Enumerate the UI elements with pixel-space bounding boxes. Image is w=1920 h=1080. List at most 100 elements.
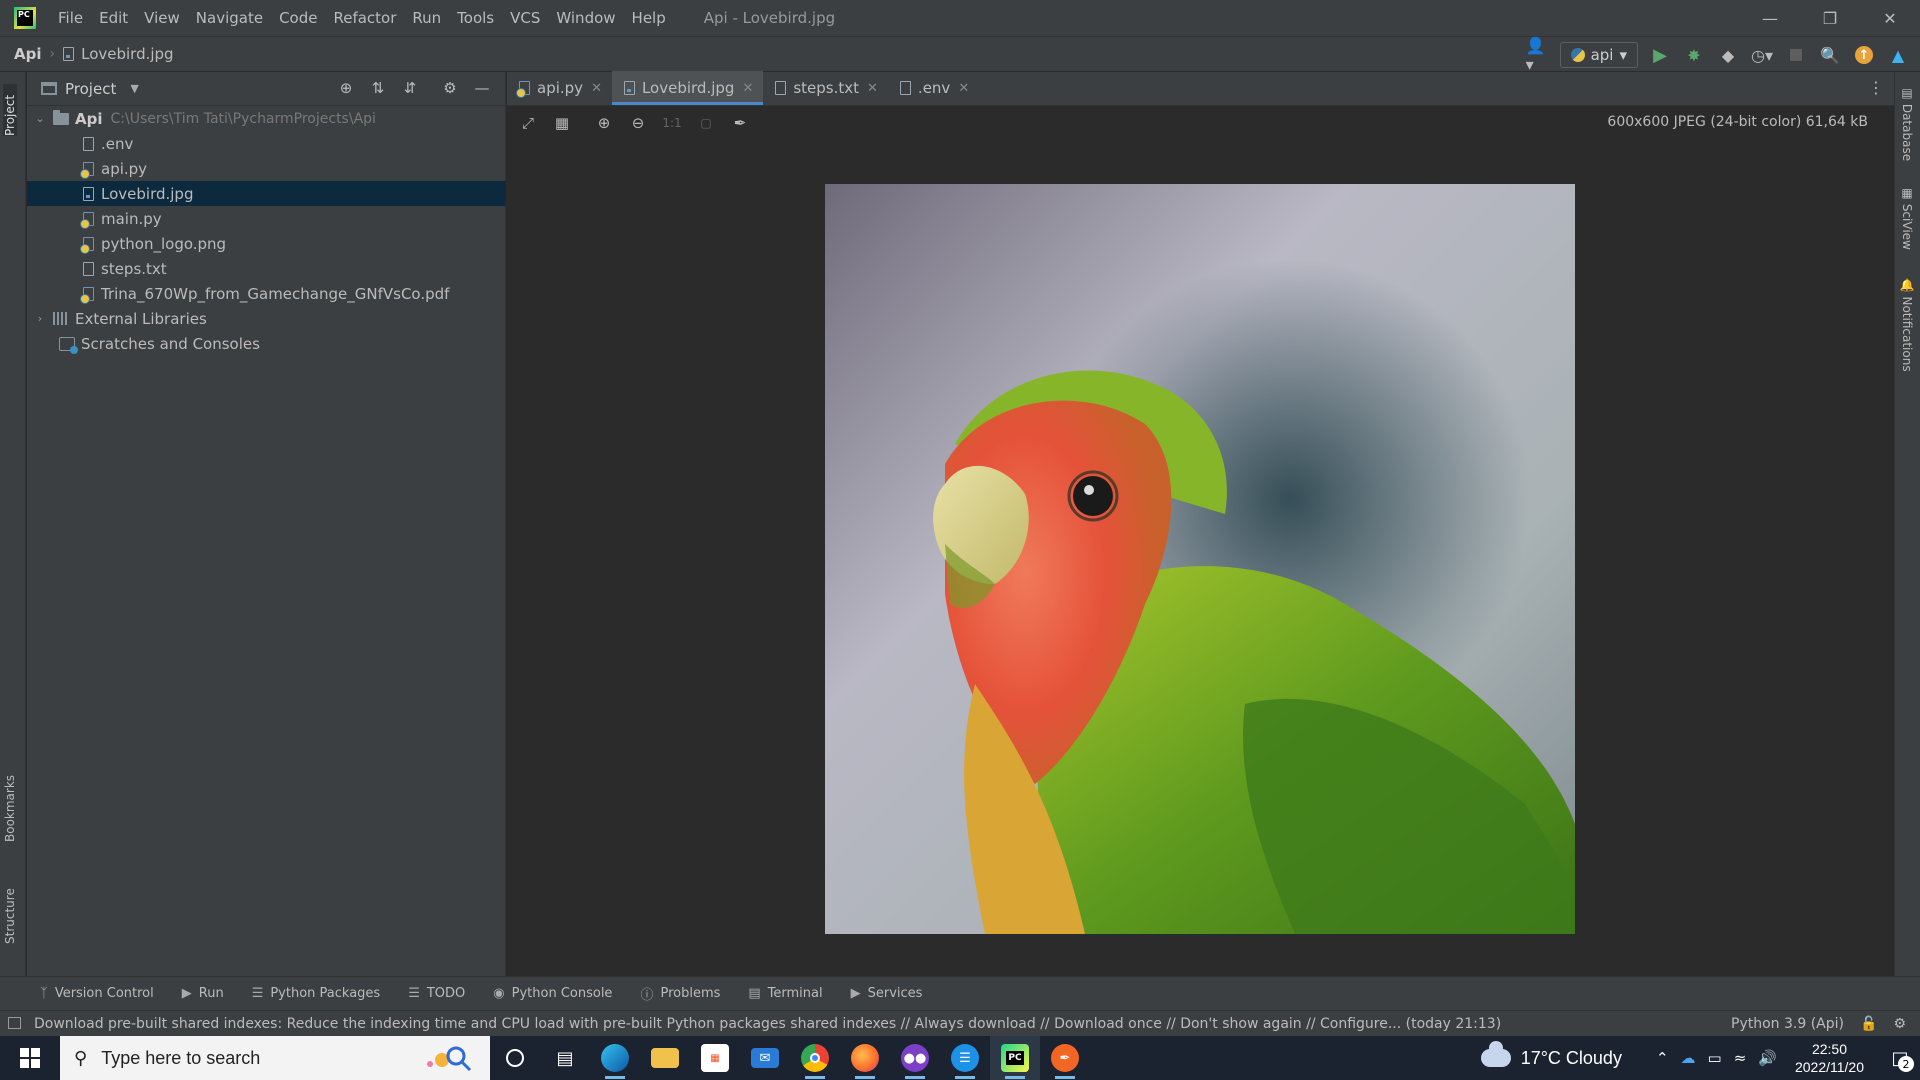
chevron-right-icon[interactable]: › — [33, 312, 47, 325]
docker-icon[interactable]: ☰ — [940, 1036, 990, 1080]
chessboard-icon[interactable]: ▢ — [695, 112, 717, 134]
hide-panel-icon[interactable]: — — [471, 77, 493, 99]
structure-tool-tab[interactable]: Structure — [3, 882, 17, 944]
menu-run[interactable]: Run — [404, 0, 449, 36]
menu-help[interactable]: Help — [624, 0, 674, 36]
firefox-icon[interactable] — [840, 1036, 890, 1080]
menu-file[interactable]: File — [50, 0, 91, 36]
chevron-down-icon[interactable]: ⌄ — [33, 112, 47, 125]
fit-to-window-icon[interactable]: ⤢ — [517, 112, 539, 134]
tree-file-steps-txt[interactable]: steps.txt — [27, 256, 506, 281]
start-button[interactable] — [0, 1036, 60, 1080]
bookmarks-tool-tab[interactable]: Bookmarks — [3, 772, 17, 842]
version-control-tab[interactable]: ᛉ Version Control — [40, 986, 154, 1001]
update-button[interactable]: ↑ — [1852, 43, 1876, 67]
onedrive-icon[interactable]: ☁ — [1681, 1049, 1696, 1067]
menu-window[interactable]: Window — [548, 0, 623, 36]
pycharm-taskbar-icon[interactable]: PC — [990, 1036, 1040, 1080]
profile-button[interactable]: ◷▾ — [1750, 43, 1774, 67]
close-window-button[interactable]: ✕ — [1860, 0, 1920, 36]
database-tool-tab[interactable]: ▤ Database — [1900, 86, 1914, 161]
volume-icon[interactable]: 🔊 — [1758, 1049, 1777, 1067]
notification-center-button[interactable]: □ 2 — [1880, 1036, 1920, 1080]
menu-tools[interactable]: Tools — [449, 0, 502, 36]
chrome-icon[interactable] — [790, 1036, 840, 1080]
tree-file-env[interactable]: .env — [27, 131, 506, 156]
tree-scratches[interactable]: Scratches and Consoles — [27, 331, 506, 356]
menu-view[interactable]: View — [136, 0, 188, 36]
python-packages-tab[interactable]: ☰ Python Packages — [252, 986, 381, 1001]
gear-icon[interactable]: ⚙ — [439, 77, 461, 99]
todo-tab[interactable]: ☰ TODO — [408, 986, 465, 1001]
close-icon[interactable]: ✕ — [591, 81, 602, 96]
pycharm-logo-icon[interactable]: PC — [14, 7, 36, 29]
file-explorer-icon[interactable] — [640, 1036, 690, 1080]
terminal-tab[interactable]: ▤ Terminal — [748, 986, 822, 1001]
project-panel-title[interactable]: Project — [65, 80, 116, 98]
close-icon[interactable]: ✕ — [867, 81, 878, 96]
lock-icon[interactable]: 🔓 — [1860, 1016, 1877, 1032]
project-tool-tab[interactable]: Project — [3, 84, 17, 136]
cortana-icon[interactable] — [490, 1036, 540, 1080]
chevron-down-icon[interactable]: ▼ — [130, 82, 138, 95]
breadcrumb-project[interactable]: Api — [14, 45, 42, 63]
expand-all-icon[interactable]: ⇅ — [367, 77, 389, 99]
search-everywhere-button[interactable]: 🔍 — [1818, 43, 1842, 67]
weather-widget[interactable]: 17°C Cloudy — [1480, 1041, 1622, 1069]
color-picker-icon[interactable]: ✒ — [729, 112, 751, 134]
task-view-icon[interactable]: ▤ — [540, 1036, 590, 1080]
jetbrains-toolbox-icon[interactable]: ▲ — [1886, 43, 1910, 67]
python-interpreter[interactable]: Python 3.9 (Api) — [1731, 1016, 1844, 1032]
collapse-all-icon[interactable]: ⇵ — [399, 77, 421, 99]
tree-file-lovebird-jpg[interactable]: Lovebird.jpg — [27, 181, 506, 206]
more-tabs-icon[interactable]: ⋮ — [1868, 78, 1884, 97]
wifi-icon[interactable]: ≈ — [1734, 1049, 1747, 1067]
tree-file-trina-pdf[interactable]: Trina_670Wp_from_Gamechange_GNfVsCo.pdf — [27, 281, 506, 306]
tab-steps-txt[interactable]: steps.txt ✕ — [763, 71, 888, 105]
notifications-tool-tab[interactable]: 🔔 Notifications — [1900, 278, 1914, 372]
menu-navigate[interactable]: Navigate — [188, 0, 271, 36]
mail-icon[interactable]: ✉ — [740, 1036, 790, 1080]
tree-file-api-py[interactable]: api.py — [27, 156, 506, 181]
stop-button[interactable] — [1784, 43, 1808, 67]
minimize-button[interactable]: — — [1740, 0, 1800, 36]
microsoft-store-icon[interactable]: ▦ — [690, 1036, 740, 1080]
chevron-up-icon[interactable]: ⌃ — [1656, 1049, 1669, 1067]
status-message[interactable]: Download pre-built shared indexes: Reduc… — [34, 1016, 1501, 1032]
zoom-out-icon[interactable]: ⊖ — [627, 112, 649, 134]
locate-file-icon[interactable]: ⊕ — [335, 77, 357, 99]
grid-icon[interactable]: ▦ — [551, 112, 573, 134]
close-icon[interactable]: ✕ — [958, 81, 969, 96]
tree-external-libraries[interactable]: › External Libraries — [27, 306, 506, 331]
tree-file-main-py[interactable]: main.py — [27, 206, 506, 231]
coverage-button[interactable]: ◆ — [1716, 43, 1740, 67]
breadcrumb-file[interactable]: Lovebird.jpg — [63, 45, 174, 63]
run-tab[interactable]: ▶ Run — [182, 986, 224, 1001]
clock[interactable]: 22:50 2022/11/20 — [1795, 1040, 1864, 1076]
run-configuration-select[interactable]: api ▾ — [1559, 42, 1638, 68]
menu-vcs[interactable]: VCS — [502, 0, 548, 36]
close-icon[interactable]: ✕ — [742, 81, 753, 96]
tab-env[interactable]: .env ✕ — [888, 71, 979, 105]
services-tab[interactable]: ▶ Services — [851, 986, 923, 1001]
tree-root[interactable]: ⌄ Api C:\Users\Tim Tati\PycharmProjects\… — [27, 106, 506, 131]
sciview-tool-tab[interactable]: ▦ SciView — [1900, 186, 1914, 250]
battery-icon[interactable]: ▭ — [1708, 1049, 1722, 1067]
user-icon[interactable]: 👤▾ — [1526, 36, 1550, 74]
status-window-icon[interactable] — [8, 1017, 21, 1029]
taskbar-search[interactable]: ⚲ Type here to search — [60, 1036, 490, 1080]
zoom-in-icon[interactable]: ⊕ — [593, 112, 615, 134]
app-orange-icon[interactable]: ✒ — [1040, 1036, 1090, 1080]
run-button[interactable]: ▶ — [1648, 43, 1672, 67]
inspector-icon[interactable]: ⚙ — [1893, 1016, 1906, 1032]
menu-refactor[interactable]: Refactor — [325, 0, 404, 36]
debug-button[interactable]: ✸ — [1682, 43, 1706, 67]
edge-icon[interactable] — [590, 1036, 640, 1080]
tab-api-py[interactable]: api.py ✕ — [507, 71, 612, 105]
tab-lovebird-jpg[interactable]: Lovebird.jpg ✕ — [611, 71, 764, 105]
menu-code[interactable]: Code — [271, 0, 325, 36]
python-console-tab[interactable]: ◉ Python Console — [493, 986, 612, 1001]
restore-button[interactable]: ❐ — [1800, 0, 1860, 36]
menu-edit[interactable]: Edit — [91, 0, 136, 36]
app-purple-icon[interactable]: ●● — [890, 1036, 940, 1080]
